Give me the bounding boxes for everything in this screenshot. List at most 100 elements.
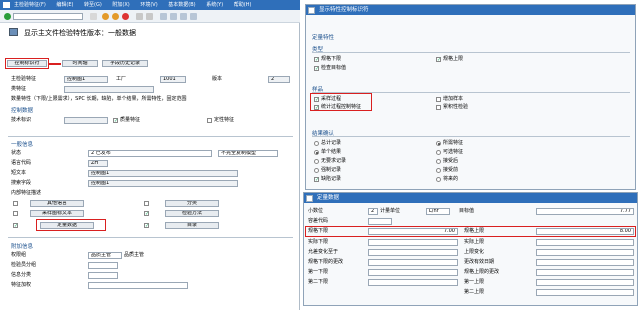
actual-lower-field[interactable] xyxy=(368,239,458,246)
quant-title-bar: 定量数据 xyxy=(304,193,637,203)
result-radio-4[interactable] xyxy=(314,168,319,173)
quant-data-dialog: 定量数据 小数位 2 计量单位 L/hr 目标值 7.77 容差代码 规格下限 … xyxy=(303,192,638,306)
req-radio-4[interactable] xyxy=(436,168,441,173)
decimals-field[interactable]: 2 xyxy=(368,208,378,215)
sampling-check[interactable]: ✓ xyxy=(314,97,319,103)
spc-check[interactable]: ✓ xyxy=(314,105,319,111)
menu-item[interactable]: 转至(G) xyxy=(84,2,102,8)
menu-item[interactable]: 帮助(H) xyxy=(234,2,252,8)
qual-char-check[interactable]: ✓ xyxy=(113,118,118,124)
class-char-field[interactable] xyxy=(64,86,154,93)
save-icon[interactable] xyxy=(90,13,97,20)
lower-limit-label: 规格下限 xyxy=(321,56,342,62)
arrow-line xyxy=(49,63,61,65)
result-radio-2[interactable] xyxy=(314,150,319,155)
plant-field[interactable]: 1001 xyxy=(160,76,186,83)
menu-item[interactable]: 附加(X) xyxy=(112,2,129,8)
req-radio-2[interactable] xyxy=(436,150,441,155)
insp-unit-field[interactable] xyxy=(88,262,118,269)
result-radio-3[interactable] xyxy=(314,159,319,164)
upper-spec-change-label: 规格上限的更改 xyxy=(464,269,500,275)
menu-item[interactable]: 编辑(E) xyxy=(56,2,73,8)
master-char-label: 主检验特征 xyxy=(11,76,37,82)
tech-id-field[interactable] xyxy=(64,117,108,124)
tol-key-field[interactable] xyxy=(368,218,392,225)
req-radio-3[interactable] xyxy=(436,159,441,164)
sort-label: 信息分类 xyxy=(11,272,32,278)
actual-upper-field[interactable] xyxy=(536,239,634,246)
target-field[interactable]: 7.77 xyxy=(536,208,634,215)
sample-text-button[interactable]: 采样图标文本 xyxy=(30,210,84,217)
req-label-3: 接受后 xyxy=(443,158,459,164)
print-icon[interactable] xyxy=(136,13,143,20)
second-upper-field[interactable] xyxy=(536,289,634,296)
req-radio-1[interactable] xyxy=(436,141,441,146)
cancel-icon[interactable] xyxy=(122,13,129,20)
result-label-1: 总计记录 xyxy=(321,140,342,146)
tab-timeline[interactable]: 时间轴 xyxy=(62,60,98,67)
status-select[interactable]: 2 已发布 xyxy=(88,150,212,157)
author-field[interactable]: 品质主管 xyxy=(88,252,122,259)
cumulative-check[interactable] xyxy=(436,105,441,110)
inspect-method-check[interactable]: ✓ xyxy=(144,211,149,217)
last-page-icon[interactable] xyxy=(190,13,197,20)
first-lower-field[interactable] xyxy=(368,269,458,276)
classify-button[interactable]: 分类 xyxy=(165,200,219,207)
valid-date-label: 更改有效日期 xyxy=(464,259,495,265)
defect-check[interactable]: ✓ xyxy=(314,177,319,183)
upper-spec-change-field[interactable] xyxy=(536,269,634,276)
classify-check[interactable] xyxy=(144,201,149,206)
sort-field[interactable] xyxy=(88,272,118,279)
attr-char-check[interactable] xyxy=(207,118,212,123)
qual-char-label: 质量特征 xyxy=(120,117,141,123)
req-radio-5[interactable] xyxy=(436,177,441,182)
search-field-input[interactable]: 控制图1 xyxy=(88,180,238,187)
tol-change-field[interactable] xyxy=(368,249,458,256)
other-lang-check[interactable] xyxy=(13,201,18,206)
insp-unit-label: 检验员分组 xyxy=(11,262,37,268)
upper-change-field[interactable] xyxy=(536,249,634,256)
first-upper-field[interactable] xyxy=(536,279,634,286)
catalog-check[interactable]: ✓ xyxy=(144,223,149,229)
find-icon[interactable] xyxy=(146,13,153,20)
separator xyxy=(312,52,630,53)
quant-data-check[interactable]: ✓ xyxy=(13,223,18,229)
dialog-title-bar: 显示特性控制标识符 xyxy=(306,5,635,15)
tab-history[interactable]: 字段历史记录 xyxy=(102,60,148,67)
next-page-icon[interactable] xyxy=(180,13,187,20)
lower-spec-field[interactable]: 7.00 xyxy=(368,228,458,235)
menu-item[interactable]: 环境(V) xyxy=(140,2,157,8)
back-icon[interactable] xyxy=(102,13,109,20)
lower-change-field[interactable] xyxy=(368,259,458,266)
lower-limit-check[interactable]: ✓ xyxy=(314,57,319,63)
add-sample-check[interactable] xyxy=(436,97,441,102)
inspect-method-button[interactable]: 检验方法 xyxy=(165,210,219,217)
upper-limit-check[interactable]: ✓ xyxy=(436,57,441,63)
command-field[interactable] xyxy=(13,13,83,20)
page-title: 显示主文件检验特性版本：一般数据 xyxy=(24,29,136,37)
target-check[interactable]: ✓ xyxy=(314,66,319,72)
master-char-field[interactable]: 控制图1 xyxy=(64,76,108,83)
short-text-field[interactable]: 控制图1 xyxy=(88,170,238,177)
menu-item[interactable]: 系统(Y) xyxy=(206,2,223,8)
version-field[interactable]: 2 xyxy=(268,76,290,83)
other-lang-button[interactable]: 其他语言 xyxy=(30,200,84,207)
unit-field[interactable]: L/hr xyxy=(426,208,450,215)
weight-field[interactable] xyxy=(88,282,188,289)
second-lower-field[interactable] xyxy=(368,279,458,286)
valid-date-field[interactable] xyxy=(536,259,634,266)
first-page-icon[interactable] xyxy=(160,13,167,20)
menu-item[interactable]: 主检验特征(F) xyxy=(14,2,46,8)
copy-model-select[interactable]: 不完全复制模型 xyxy=(218,150,278,157)
prev-page-icon[interactable] xyxy=(170,13,177,20)
lang-field[interactable]: ZH xyxy=(88,160,108,167)
enter-icon[interactable] xyxy=(4,13,11,20)
exit-icon[interactable] xyxy=(112,13,119,20)
menu-item[interactable]: 基本数据(B) xyxy=(168,2,195,8)
catalog-button[interactable]: 目录 xyxy=(165,222,219,229)
weight-label: 特征加权 xyxy=(11,282,32,288)
result-radio-1[interactable] xyxy=(314,141,319,146)
upper-spec-field[interactable]: 8.00 xyxy=(536,228,634,235)
sample-text-check[interactable] xyxy=(13,211,18,216)
lower-change-label: 规格下限的更改 xyxy=(308,259,344,265)
